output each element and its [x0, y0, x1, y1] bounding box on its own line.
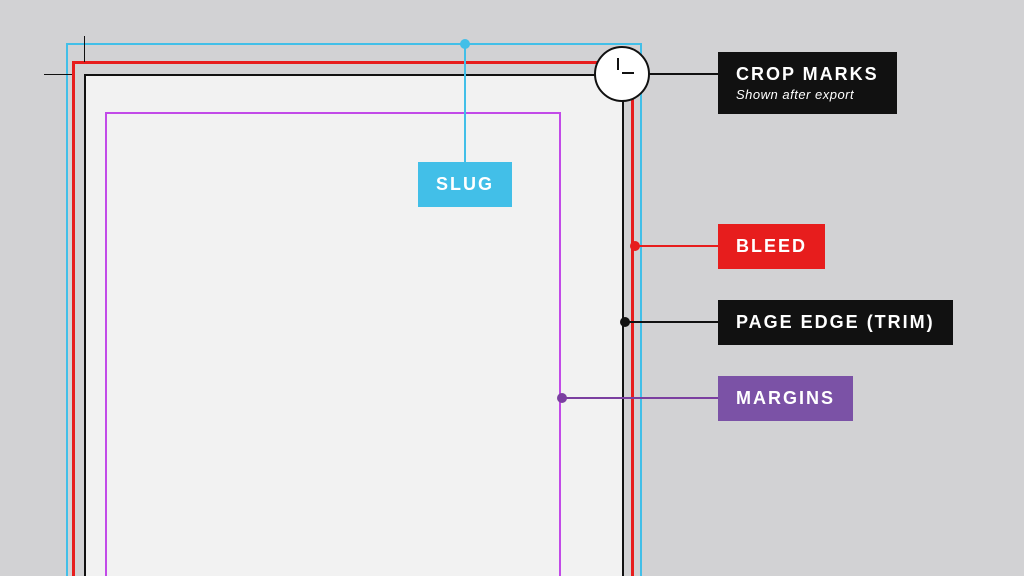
crop-marks-label: CROP MARKS Shown after export: [718, 52, 897, 114]
crop-marks-callout-circle: [594, 46, 650, 102]
page-edge-leader: [625, 321, 718, 323]
page-edge-label: PAGE EDGE (TRIM): [718, 300, 953, 345]
crop-mark-tl-h: [44, 74, 72, 75]
margins-label: MARGINS: [718, 376, 853, 421]
margins-leader: [562, 397, 718, 399]
crop-marks-leader: [648, 73, 718, 75]
crop-marks-icon: [608, 58, 626, 76]
slug-leader-line: [464, 44, 466, 162]
bleed-leader: [635, 245, 718, 247]
bleed-label: BLEED: [718, 224, 825, 269]
crop-mark-tl-v: [84, 36, 85, 62]
slug-label: SLUG: [418, 162, 512, 207]
print-layout-diagram: SLUG CROP MARKS Shown after export BLEED…: [0, 0, 1024, 576]
crop-marks-label-text: CROP MARKS: [736, 64, 879, 84]
crop-marks-sub: Shown after export: [736, 87, 879, 102]
